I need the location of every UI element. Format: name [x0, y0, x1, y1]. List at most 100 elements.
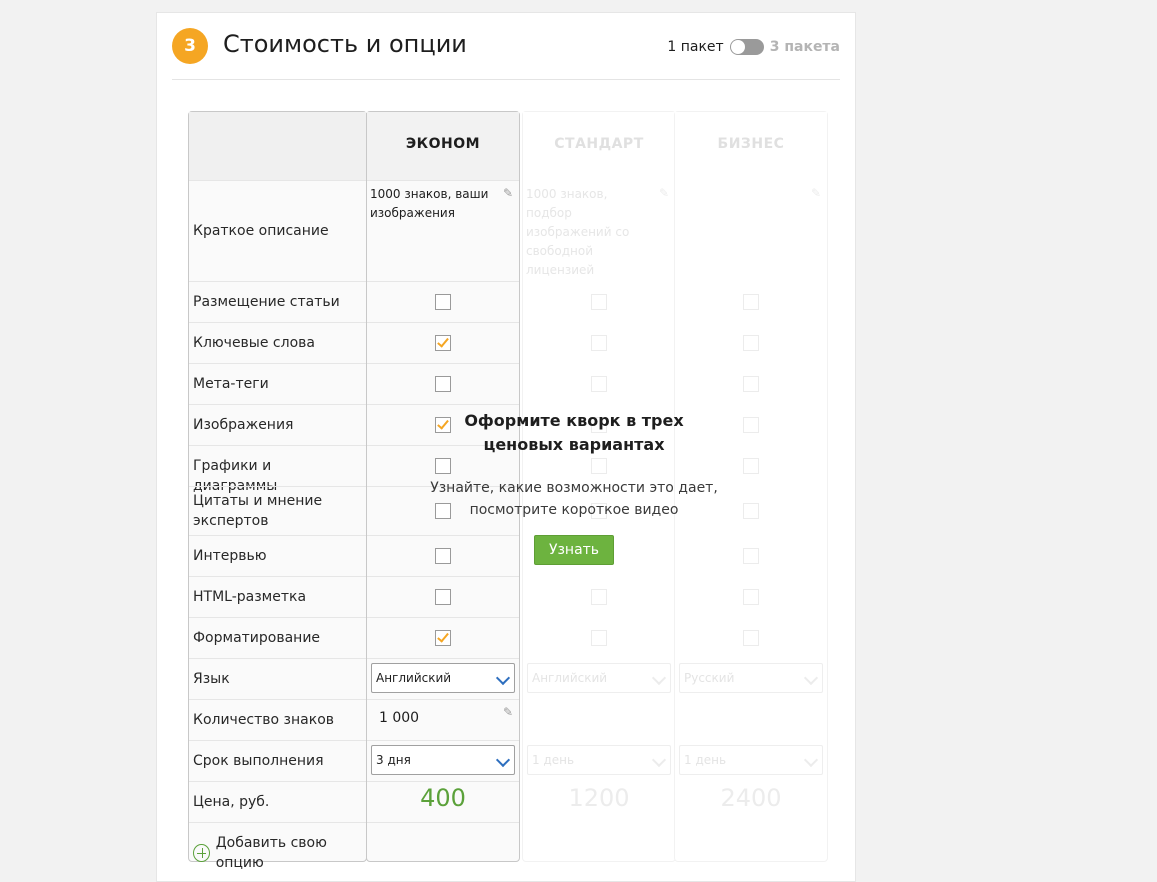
package-description: 1000 знаков, ваши изображения [370, 187, 489, 220]
option-row: Ключевые слова [189, 322, 366, 363]
checkbox-cell [675, 617, 827, 658]
option-row: HTML-разметка [189, 576, 366, 617]
language-cell: Английский [523, 658, 675, 699]
promo-text: Узнайте, какие возможности это дает, пос… [430, 480, 718, 518]
option-checkbox[interactable] [743, 294, 759, 310]
option-checkbox[interactable] [435, 630, 451, 646]
header-row [189, 112, 366, 180]
step-badge: 3 [172, 28, 208, 64]
plus-circle-icon [193, 844, 210, 862]
chevron-down-icon [651, 752, 667, 768]
option-label: HTML-разметка [193, 589, 307, 605]
package-name: СТАНДАРТ [554, 136, 644, 152]
deadline-cell: 1 день [675, 740, 827, 781]
option-checkbox[interactable] [591, 589, 607, 605]
description-row: Краткое описание [189, 180, 366, 281]
language-select[interactable]: Английский [527, 663, 671, 693]
package-header: ЭКОНОМ [367, 112, 519, 180]
checkbox-cell [367, 617, 519, 658]
option-row: Мета-теги [189, 363, 366, 404]
option-checkbox[interactable] [435, 376, 451, 392]
option-label: Мета-теги [193, 376, 269, 392]
language-value: Английский [376, 671, 452, 685]
chevron-down-icon [651, 670, 667, 686]
chars-cell[interactable] [675, 699, 827, 740]
pencil-icon[interactable]: ✎ [503, 705, 513, 719]
package-price: 400 [420, 784, 466, 812]
package-description-cell[interactable]: ✎ [675, 180, 827, 281]
deadline-select[interactable]: 3 дня [371, 745, 515, 775]
option-checkbox[interactable] [591, 335, 607, 351]
package-description-cell[interactable]: 1000 знаков, ваши изображения ✎ [367, 180, 519, 281]
checkbox-cell [367, 363, 519, 404]
option-row: Размещение статьи [189, 281, 366, 322]
chars-label: Количество знаков [193, 712, 335, 728]
price-row: Цена, руб. [189, 781, 366, 822]
deadline-select[interactable]: 1 день [679, 745, 823, 775]
option-checkbox[interactable] [743, 376, 759, 392]
deadline-value: 1 день [684, 753, 727, 767]
option-checkbox[interactable] [591, 630, 607, 646]
pencil-icon[interactable]: ✎ [811, 186, 821, 200]
option-checkbox[interactable] [743, 589, 759, 605]
checkbox-cell [675, 576, 827, 617]
option-checkbox[interactable] [435, 335, 451, 351]
chevron-down-icon [495, 752, 511, 768]
package-switch[interactable] [729, 39, 764, 55]
add-option-label: Добавить свою опцию [215, 835, 327, 871]
option-row: Интервью [189, 535, 366, 576]
deadline-select[interactable]: 1 день [527, 745, 671, 775]
package-price: 1200 [568, 784, 630, 812]
deadline-cell: 3 дня [367, 740, 519, 781]
deadline-row: Срок выполнения [189, 740, 366, 781]
option-checkbox[interactable] [591, 294, 607, 310]
deadline-value: 1 день [532, 753, 575, 767]
promo-overlay: Оформите кворк в трех ценовых вариантах … [391, 409, 757, 565]
checkbox-cell [367, 576, 519, 617]
option-label: Форматирование [193, 630, 321, 646]
toggle-one-package-label[interactable]: 1 пакет [667, 39, 723, 55]
pencil-icon[interactable]: ✎ [659, 186, 669, 200]
option-label: Изображения [193, 417, 294, 433]
package-price: 2400 [720, 784, 782, 812]
price-cell[interactable]: 1200 [523, 781, 675, 822]
checkbox-cell [523, 576, 675, 617]
chars-cell[interactable] [523, 699, 675, 740]
section-title: Стоимость и опции [223, 30, 467, 58]
switch-knob [730, 40, 745, 54]
section-divider [172, 79, 840, 80]
language-label: Язык [193, 671, 230, 687]
deadline-cell: 1 день [523, 740, 675, 781]
pencil-icon[interactable]: ✎ [503, 186, 513, 200]
option-checkbox[interactable] [591, 376, 607, 392]
price-cell[interactable]: 2400 [675, 781, 827, 822]
language-value: Русский [684, 671, 735, 685]
language-select[interactable]: Русский [679, 663, 823, 693]
checkbox-cell [367, 322, 519, 363]
promo-title: Оформите кворк в трех ценовых вариантах [464, 411, 684, 454]
language-select[interactable]: Английский [371, 663, 515, 693]
option-checkbox[interactable] [743, 630, 759, 646]
chevron-down-icon [495, 670, 511, 686]
chevron-down-icon [803, 752, 819, 768]
option-label: Ключевые слова [193, 335, 315, 351]
deadline-value: 3 дня [376, 753, 411, 767]
add-option-button[interactable]: Добавить свою опцию [193, 833, 366, 873]
chars-cell[interactable]: 1 000 ✎ [367, 699, 519, 740]
price-cell[interactable]: 400 [367, 781, 519, 822]
option-checkbox[interactable] [435, 589, 451, 605]
option-checkbox[interactable] [435, 294, 451, 310]
language-row: Язык [189, 658, 366, 699]
checkbox-cell [523, 617, 675, 658]
price-label: Цена, руб. [193, 794, 270, 810]
package-header: СТАНДАРТ [523, 112, 675, 180]
chevron-down-icon [803, 670, 819, 686]
checkbox-cell [523, 322, 675, 363]
package-description-cell[interactable]: 1000 знаков, подбор изображений со свобо… [523, 180, 675, 281]
checkbox-cell [523, 281, 675, 322]
package-name: ЭКОНОМ [405, 136, 481, 152]
learn-more-button[interactable]: Узнать [533, 535, 615, 565]
option-checkbox[interactable] [743, 335, 759, 351]
language-value: Английский [532, 671, 608, 685]
toggle-three-packages-label[interactable]: 3 пакета [770, 39, 840, 55]
